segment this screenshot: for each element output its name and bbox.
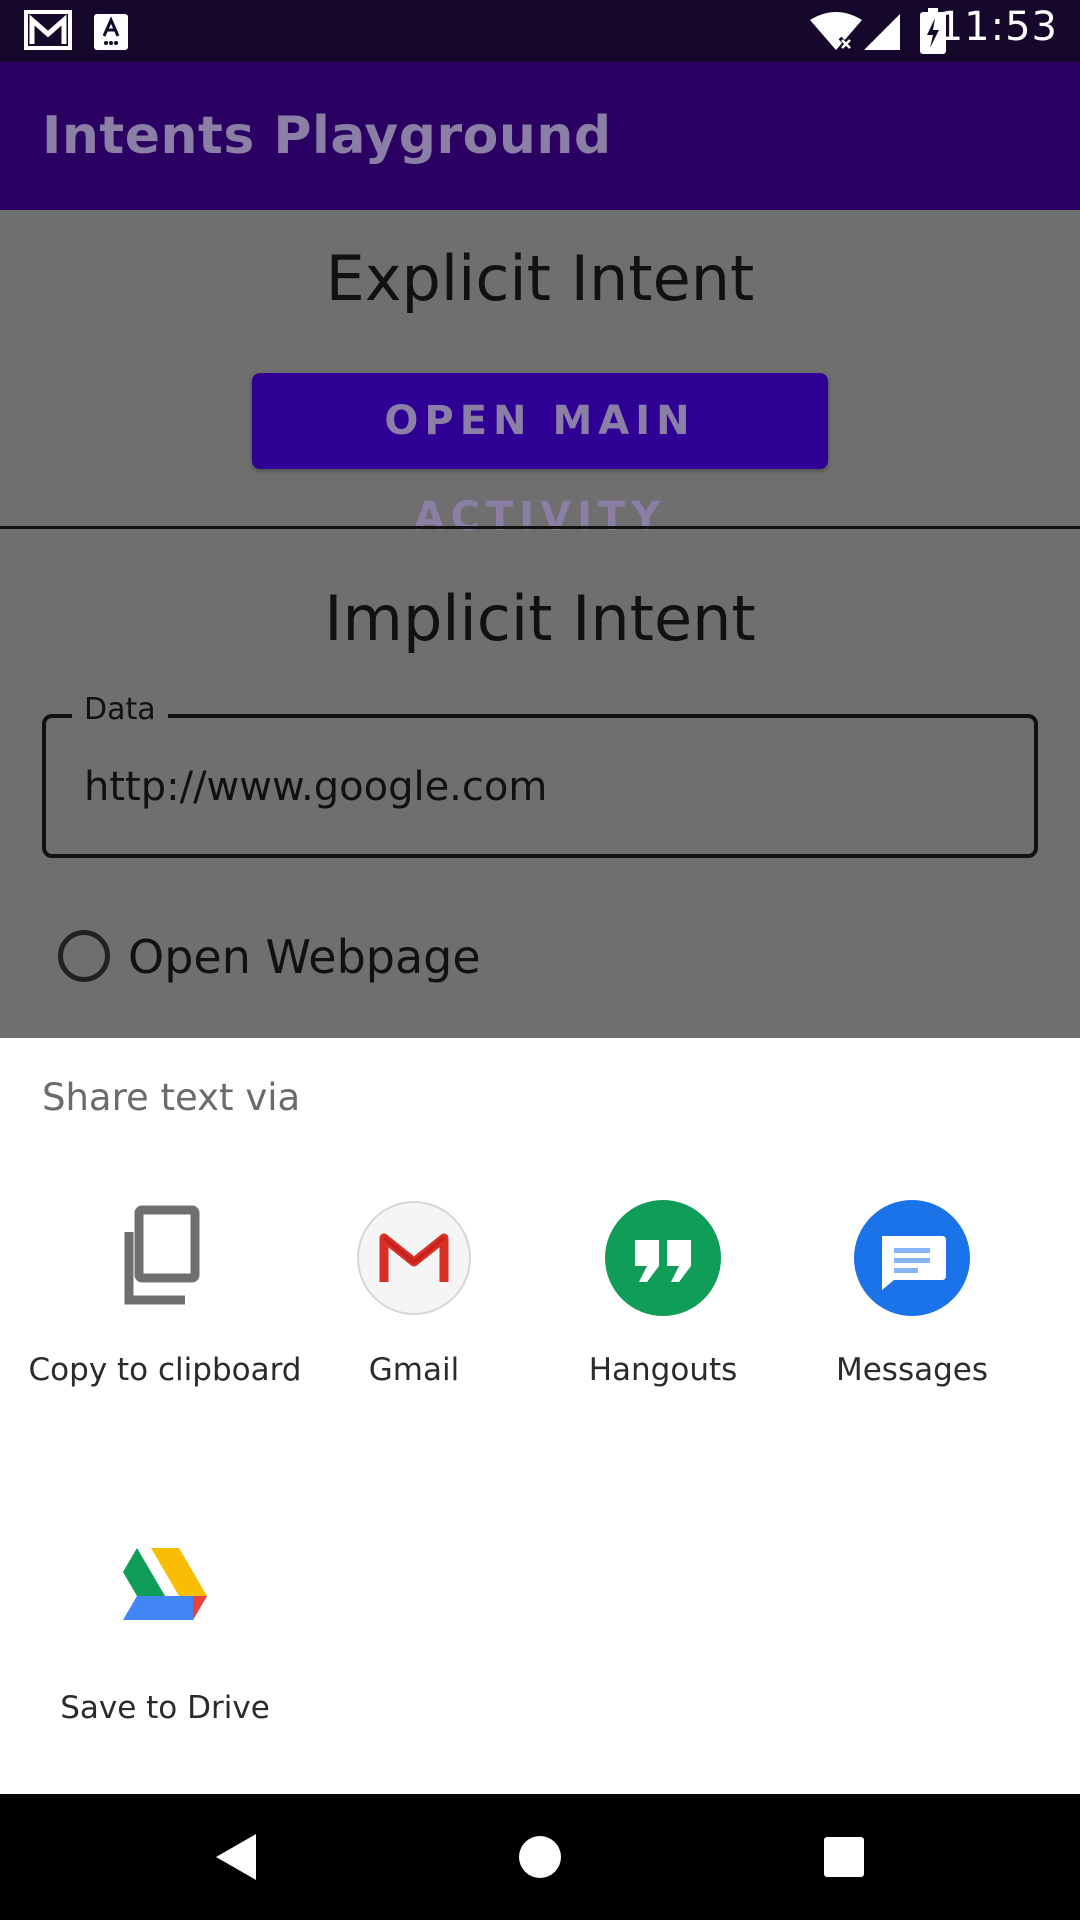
share-target-label: Hangouts bbox=[588, 1352, 738, 1388]
explicit-intent-title: Explicit Intent bbox=[325, 242, 755, 315]
radio-button[interactable] bbox=[58, 930, 110, 982]
share-target-label: Messages bbox=[835, 1352, 989, 1388]
cell-signal-icon bbox=[862, 12, 902, 57]
share-target-label: Gmail bbox=[368, 1352, 460, 1388]
section-divider bbox=[0, 526, 1080, 529]
wifi-icon bbox=[810, 12, 862, 57]
open-main-activity-button[interactable]: OPEN MAIN ACTIVITY bbox=[252, 373, 828, 540]
open-webpage-label: Open Webpage bbox=[128, 930, 481, 984]
share-sheet-title: Share text via bbox=[42, 1076, 301, 1119]
share-target-label: Copy to clipboard bbox=[28, 1352, 302, 1388]
messages-icon bbox=[854, 1200, 970, 1316]
status-time: 11:53 bbox=[937, 4, 1058, 50]
drive-icon bbox=[107, 1538, 223, 1654]
gmail-notification-icon bbox=[24, 10, 72, 55]
keyboard-a-icon bbox=[94, 14, 128, 55]
recents-icon[interactable] bbox=[784, 1794, 904, 1920]
main-content: Explicit Intent OPEN MAIN ACTIVITY Impli… bbox=[0, 210, 1080, 1038]
app-title: Intents Playground bbox=[42, 106, 612, 166]
data-field-value[interactable]: http://www.google.com bbox=[84, 764, 547, 810]
data-field[interactable]: Data http://www.google.com bbox=[42, 692, 1038, 858]
data-field-label: Data bbox=[72, 692, 168, 727]
hangouts-icon bbox=[605, 1200, 721, 1316]
app-bar: Intents Playground bbox=[0, 62, 1080, 210]
navigation-bar bbox=[0, 1794, 1080, 1920]
home-icon[interactable] bbox=[480, 1794, 600, 1920]
clipboard-icon bbox=[107, 1200, 223, 1316]
back-icon[interactable] bbox=[176, 1794, 296, 1920]
share-target-label: Save to Drive bbox=[60, 1690, 270, 1726]
gmail-icon bbox=[356, 1200, 472, 1316]
implicit-intent-title: Implicit Intent bbox=[324, 582, 756, 655]
status-bar: 11:53 bbox=[0, 0, 1080, 62]
share-sheet: Share text via Copy to clipboard Gmail H… bbox=[0, 1038, 1080, 1794]
